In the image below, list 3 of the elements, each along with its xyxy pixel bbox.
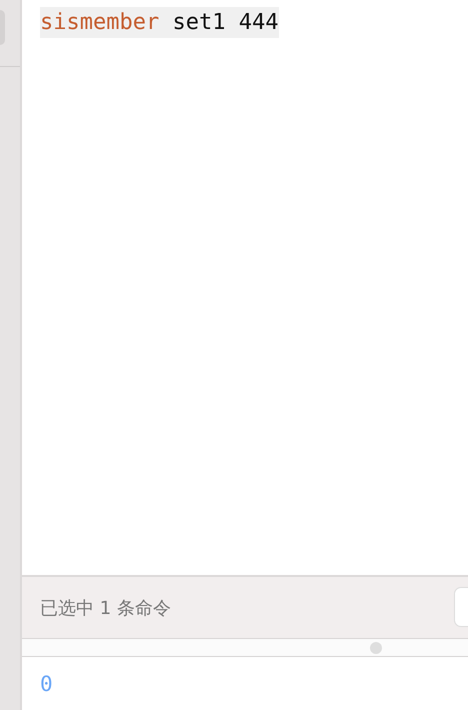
result-value: 0	[40, 672, 53, 696]
selection-count-text: 已选中 1 条命令	[40, 596, 171, 620]
splitter-handle[interactable]	[370, 642, 382, 654]
